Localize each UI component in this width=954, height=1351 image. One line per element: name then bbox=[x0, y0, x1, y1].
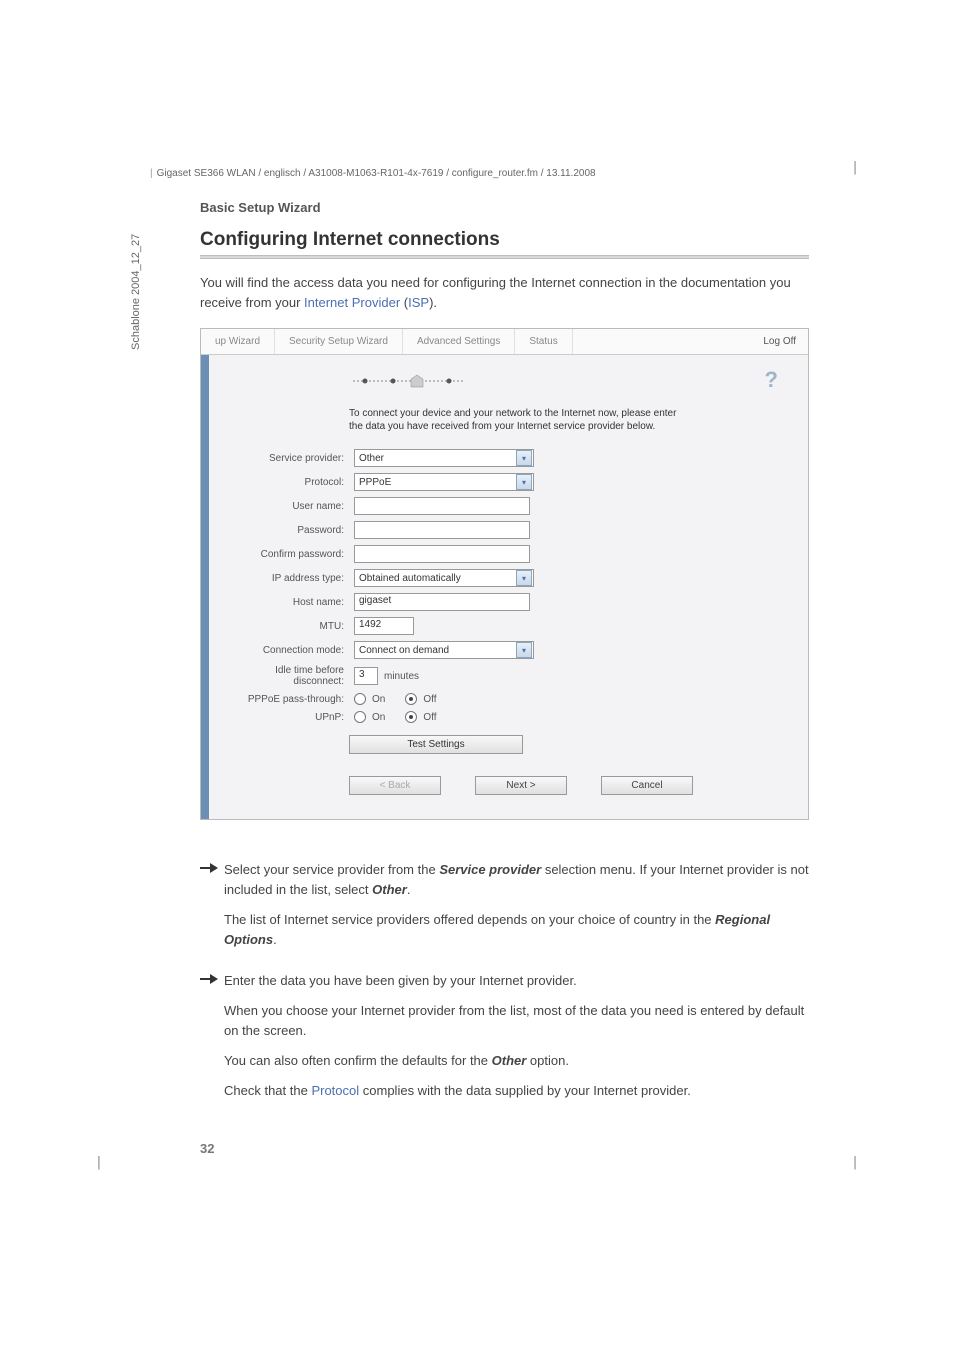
select-service-provider[interactable]: Other ▾ bbox=[354, 449, 534, 467]
tab-status[interactable]: Status bbox=[515, 329, 572, 354]
chevron-down-icon: ▾ bbox=[516, 642, 532, 658]
template-sidebar-label: Schablone 2004_12_27 bbox=[130, 234, 142, 350]
title-underline bbox=[200, 255, 809, 259]
input-username[interactable] bbox=[354, 497, 530, 515]
chevron-down-icon: ▾ bbox=[516, 450, 532, 466]
help-icon[interactable]: ? bbox=[765, 367, 778, 393]
stepper-icon bbox=[349, 373, 469, 389]
label-idle-time: Idle time before disconnect: bbox=[229, 665, 354, 687]
radio-pppoe-on[interactable] bbox=[354, 693, 366, 705]
document-header-path: |Gigaset SE366 WLAN / englisch / A31008-… bbox=[150, 168, 596, 179]
section-label: Basic Setup Wizard bbox=[200, 200, 809, 215]
instruction-1: Select your service provider from the Se… bbox=[224, 860, 809, 961]
label-host-name: Host name: bbox=[229, 597, 354, 608]
radio-upnp-off[interactable] bbox=[405, 711, 417, 723]
label-minutes: minutes bbox=[384, 671, 419, 682]
label-pppoe-passthrough: PPPoE pass-through: bbox=[229, 694, 354, 705]
chevron-down-icon: ▾ bbox=[516, 570, 532, 586]
label-password: Password: bbox=[229, 525, 354, 536]
label-username: User name: bbox=[229, 501, 354, 512]
select-ip-address-type[interactable]: Obtained automatically ▾ bbox=[354, 569, 534, 587]
select-connection-mode[interactable]: Connect on demand ▾ bbox=[354, 641, 534, 659]
label-protocol: Protocol: bbox=[229, 477, 354, 488]
link-internet-provider: Internet Provider bbox=[304, 295, 400, 310]
test-settings-button[interactable]: Test Settings bbox=[349, 735, 523, 754]
tab-bar: up Wizard Security Setup Wizard Advanced… bbox=[201, 329, 808, 355]
crop-mark: | bbox=[839, 1155, 859, 1175]
wizard-stepper: ? bbox=[229, 369, 788, 407]
tab-advanced-settings[interactable]: Advanced Settings bbox=[403, 329, 515, 354]
label-service-provider: Service provider: bbox=[229, 453, 354, 464]
input-mtu[interactable]: 1492 bbox=[354, 617, 414, 635]
arrow-bullet-icon bbox=[200, 860, 224, 961]
radio-label-off: Off bbox=[423, 712, 436, 723]
input-idle-time[interactable]: 3 bbox=[354, 667, 378, 685]
intro-paragraph: You will find the access data you need f… bbox=[200, 273, 809, 312]
label-confirm-password: Confirm password: bbox=[229, 549, 354, 560]
back-button[interactable]: < Back bbox=[349, 776, 441, 795]
tab-security-setup[interactable]: Security Setup Wizard bbox=[275, 329, 403, 354]
wizard-instruction: To connect your device and your network … bbox=[229, 407, 689, 433]
cancel-button[interactable]: Cancel bbox=[601, 776, 693, 795]
page-number: 32 bbox=[200, 1141, 809, 1156]
radio-label-off: Off bbox=[423, 694, 436, 705]
select-protocol[interactable]: PPPoE ▾ bbox=[354, 473, 534, 491]
radio-label-on: On bbox=[372, 694, 385, 705]
link-isp: ISP bbox=[408, 295, 429, 310]
instruction-2: Enter the data you have been given by yo… bbox=[224, 971, 809, 1112]
page-title: Configuring Internet connections bbox=[200, 229, 809, 251]
link-protocol: Protocol bbox=[311, 1083, 359, 1098]
logoff-link[interactable]: Log Off bbox=[751, 329, 808, 354]
input-password[interactable] bbox=[354, 521, 530, 539]
left-accent-bar bbox=[201, 355, 209, 819]
label-upnp: UPnP: bbox=[229, 712, 354, 723]
radio-upnp-on[interactable] bbox=[354, 711, 366, 723]
crop-mark: | bbox=[839, 160, 859, 180]
label-mtu: MTU: bbox=[229, 621, 354, 632]
crop-mark: | bbox=[95, 1155, 115, 1175]
next-button[interactable]: Next > bbox=[475, 776, 567, 795]
arrow-bullet-icon bbox=[200, 971, 224, 1112]
tab-setup-wizard[interactable]: up Wizard bbox=[201, 329, 275, 354]
label-connection-mode: Connection mode: bbox=[229, 645, 354, 656]
label-ip-address-type: IP address type: bbox=[229, 573, 354, 584]
input-confirm-password[interactable] bbox=[354, 545, 530, 563]
radio-pppoe-off[interactable] bbox=[405, 693, 417, 705]
router-screenshot: up Wizard Security Setup Wizard Advanced… bbox=[200, 328, 809, 820]
input-host-name[interactable]: gigaset bbox=[354, 593, 530, 611]
chevron-down-icon: ▾ bbox=[516, 474, 532, 490]
radio-label-on: On bbox=[372, 712, 385, 723]
